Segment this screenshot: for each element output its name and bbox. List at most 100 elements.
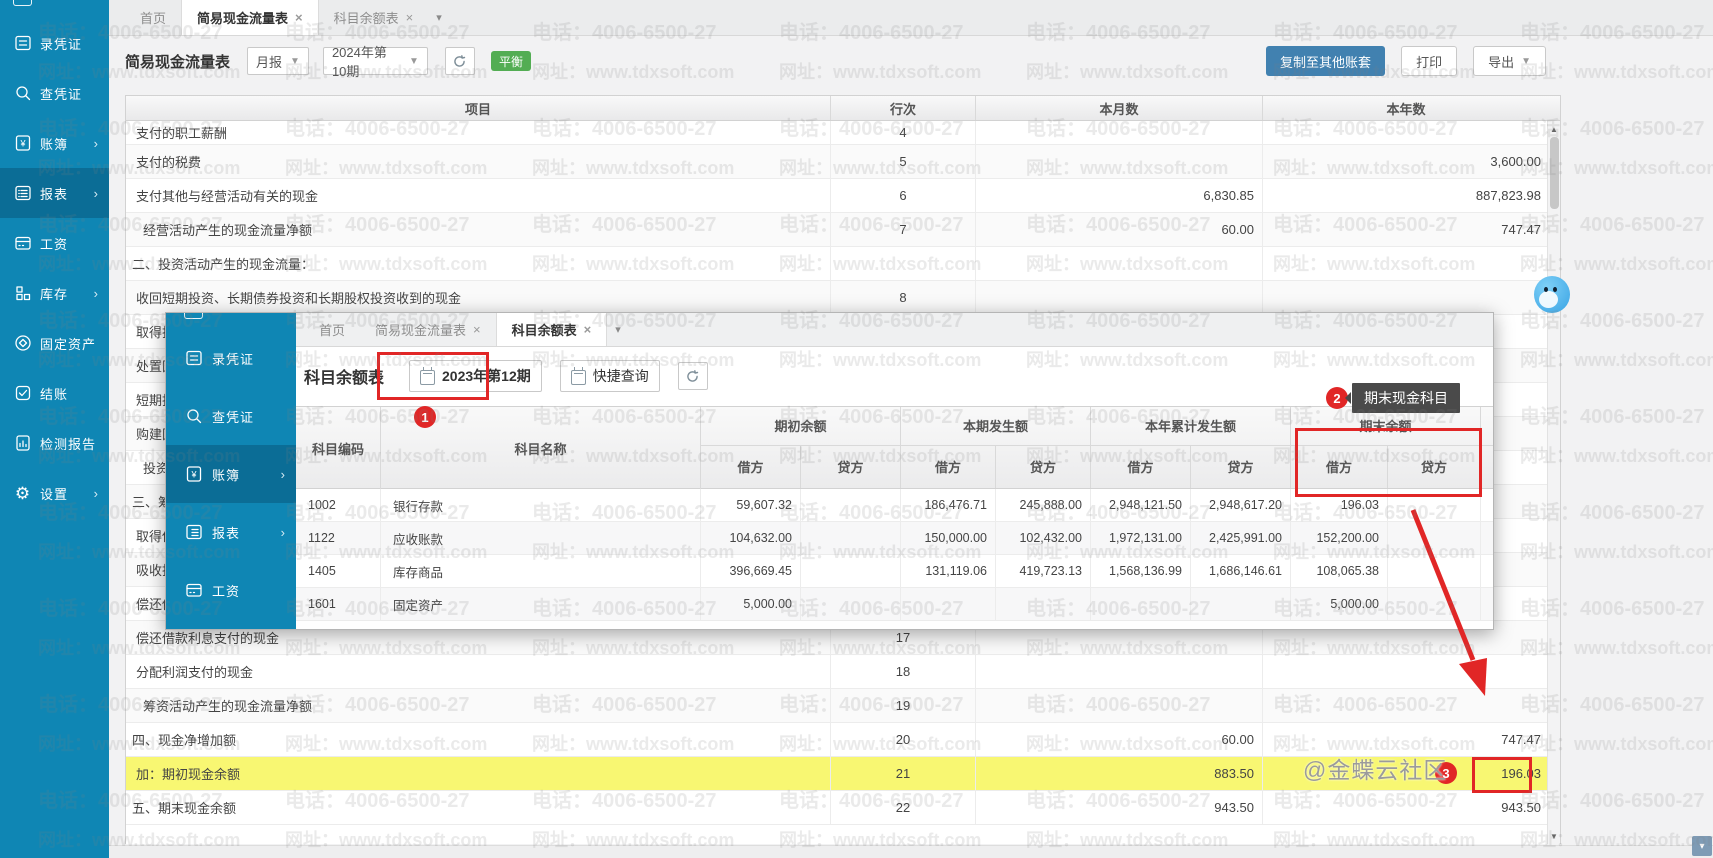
close-icon[interactable]: × xyxy=(295,10,303,25)
tab-list-dropdown[interactable]: ▾ xyxy=(607,313,629,346)
group-header-filler xyxy=(1481,407,1494,445)
popup-sidebar-item-ledger[interactable]: ¥ 账簿 › xyxy=(166,445,296,503)
sidebar-item-inventory[interactable]: 库存 › xyxy=(0,268,109,318)
sidebar-item-label: 库存 xyxy=(40,284,68,303)
button-label: 复制至其他账套 xyxy=(1280,52,1371,71)
annotation-step-1: 1 xyxy=(414,406,436,428)
popup-tab-home[interactable]: 首页 xyxy=(304,313,360,346)
scrollbar-thumb[interactable] xyxy=(1550,137,1559,209)
cell-item: 支付的职工薪酬 xyxy=(126,121,831,144)
scroll-down-icon[interactable]: ▼ xyxy=(1548,830,1560,842)
ledger-icon: ¥ xyxy=(184,465,203,484)
ledger-icon: ¥ xyxy=(13,134,32,153)
sidebar-item-ledger[interactable]: ¥ 账簿 › xyxy=(0,118,109,168)
cell-account-code: 1601 xyxy=(296,588,381,620)
tab-account-balance[interactable]: 科目余额表 × xyxy=(319,0,429,35)
table-row[interactable]: 1601固定资产5,000.005,000.00 xyxy=(296,588,1494,621)
period-select[interactable]: 2024年第10期 ▼ xyxy=(323,47,428,75)
report-type-value: 月报 xyxy=(256,52,282,71)
subheader-debit: 借方 xyxy=(1091,446,1191,488)
community-watermark: @金蝶云社区 xyxy=(1303,751,1447,785)
sidebar-item-label: 录凭证 xyxy=(40,34,82,53)
export-button[interactable]: 导出 ▼ xyxy=(1473,46,1546,76)
print-button[interactable]: 打印 xyxy=(1401,46,1457,76)
popup-sidebar-item-reports[interactable]: 报表 › xyxy=(166,503,296,561)
sidebar-item-audit-report[interactable]: 检测报告 xyxy=(0,418,109,468)
svg-text:¥: ¥ xyxy=(190,470,197,480)
popup-sidebar-item-voucher-search[interactable]: 查凭证 xyxy=(166,387,296,445)
period-value: 2024年第10期 xyxy=(332,42,401,80)
tab-label: 首页 xyxy=(140,8,166,27)
group-header-ytd: 本年累计发生额 xyxy=(1091,407,1291,445)
tab-home[interactable]: 首页 xyxy=(125,0,181,35)
cell-item: 收回短期投资、长期债券投资和长期股权投资收到的现金 xyxy=(126,281,831,314)
corner-widget-button[interactable]: ▾ xyxy=(1692,836,1712,856)
popup-tab-account-balance[interactable]: 科目余额表 × xyxy=(496,313,608,346)
column-header-year: 本年数 xyxy=(1263,96,1549,120)
cell-month-amount: 6,830.85 xyxy=(976,179,1263,212)
tab-label: 科目余额表 xyxy=(512,320,577,339)
sidebar-item-label: 录凭证 xyxy=(212,349,254,368)
close-icon[interactable]: × xyxy=(473,322,481,337)
refresh-button[interactable] xyxy=(445,47,475,75)
cell-year-amount xyxy=(1263,247,1549,280)
copy-to-other-books-button[interactable]: 复制至其他账套 xyxy=(1266,46,1385,76)
tab-label: 首页 xyxy=(319,320,345,339)
table-row: 支付其他与经营活动有关的现金66,830.85887,823.98 xyxy=(126,179,1549,213)
salary-icon xyxy=(184,581,203,600)
sidebar-item-closing[interactable]: 结账 xyxy=(0,368,109,418)
cell-line-no: 20 xyxy=(831,723,976,756)
subheader-debit: 借方 xyxy=(701,446,801,488)
column-header-line-no: 行次 xyxy=(831,96,976,120)
sidebar-item-voucher-entry[interactable]: 录凭证 xyxy=(0,18,109,68)
cell-amount: 2,948,617.20 xyxy=(1191,489,1291,521)
tab-label: 简易现金流量表 xyxy=(375,320,466,339)
cell-line-no: 8 xyxy=(831,281,976,314)
sidebar-item-label: 账簿 xyxy=(40,134,68,153)
cell-year-amount: 3,600.00 xyxy=(1263,145,1549,178)
close-icon[interactable]: × xyxy=(406,10,414,25)
cut-off-icon xyxy=(184,312,203,319)
cell-item: 支付的税费 xyxy=(126,145,831,178)
report-icon xyxy=(184,523,203,542)
chevron-right-icon: › xyxy=(281,525,285,540)
table-row: 经营活动产生的现金流量净额760.00747.47 xyxy=(126,213,1549,247)
sidebar-item-salary[interactable]: 工资 xyxy=(0,218,109,268)
report-type-select[interactable]: 月报 ▼ xyxy=(247,47,309,75)
cell-account-name: 固定资产 xyxy=(381,588,701,620)
popup-tab-cashflow[interactable]: 简易现金流量表 × xyxy=(360,313,496,346)
popup-title: 科目余额表 xyxy=(304,364,384,388)
cell-line-no: 19 xyxy=(831,689,976,722)
annotation-box-ending-balance xyxy=(1295,428,1482,497)
table-row[interactable]: 1122应收账款104,632.00150,000.00102,432.001,… xyxy=(296,522,1494,555)
cell-amount: 2,948,121.50 xyxy=(1091,489,1191,521)
cell-account-code: 1002 xyxy=(296,489,381,521)
assistant-mascot[interactable] xyxy=(1534,276,1570,313)
chevron-down-icon: ▼ xyxy=(409,56,419,67)
cell-line-no: 5 xyxy=(831,145,976,178)
vertical-scrollbar[interactable]: ▲ ▼ xyxy=(1547,121,1560,844)
quick-query-button[interactable]: 快捷查询 xyxy=(560,360,660,392)
cell-amount xyxy=(801,588,901,620)
chevron-right-icon: › xyxy=(281,467,285,482)
tab-cashflow-statement[interactable]: 简易现金流量表 × xyxy=(181,0,319,35)
sidebar-item-label: 报表 xyxy=(40,184,68,203)
cell-line-no: 7 xyxy=(831,213,976,246)
balance-status-badge: 平衡 xyxy=(491,51,531,71)
sidebar-item-settings[interactable]: ⚙ 设置 › xyxy=(0,468,109,518)
cell-amount: 2,425,991.00 xyxy=(1191,522,1291,554)
table-row[interactable]: 1405库存商品396,669.45131,119.06419,723.131,… xyxy=(296,555,1494,588)
voucher-entry-icon xyxy=(184,349,203,368)
sidebar-item-voucher-search[interactable]: 查凭证 xyxy=(0,68,109,118)
cell-amount: 59,607.32 xyxy=(701,489,801,521)
scroll-up-icon[interactable]: ▲ xyxy=(1548,123,1560,135)
sidebar-item-reports[interactable]: 报表 › xyxy=(0,168,109,218)
popup-sidebar-item-salary[interactable]: 工资 xyxy=(166,561,296,619)
subheader-credit: 贷方 xyxy=(1191,446,1291,488)
popup-sidebar-item-voucher-entry[interactable]: 录凭证 xyxy=(166,329,296,387)
popup-refresh-button[interactable] xyxy=(678,362,708,390)
tab-list-dropdown[interactable]: ▾ xyxy=(428,0,450,35)
cell-amount xyxy=(1091,588,1191,620)
close-icon[interactable]: × xyxy=(584,322,592,337)
sidebar-item-fixed-assets[interactable]: 固定资产 xyxy=(0,318,109,368)
